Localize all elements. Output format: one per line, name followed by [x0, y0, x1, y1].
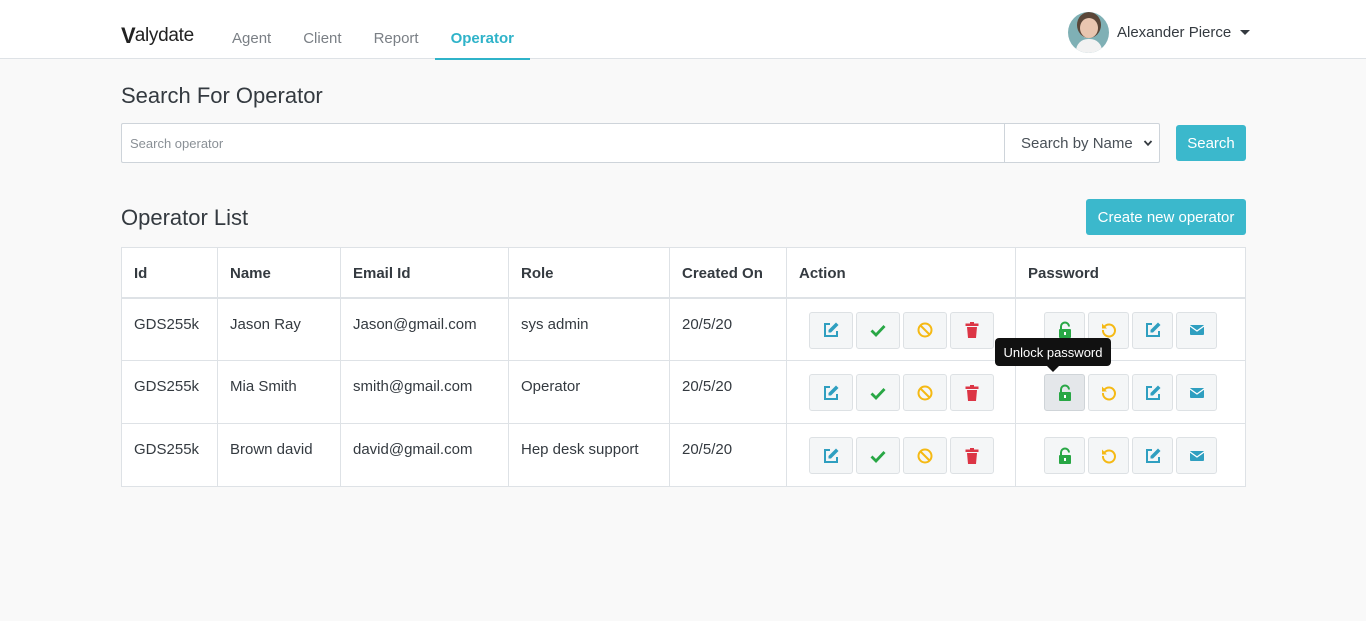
nav-item-operator[interactable]: Operator [434, 0, 531, 60]
main-nav: Agent Client Report Operator [216, 0, 531, 60]
cell-actions [786, 423, 1016, 487]
cell-created: 20/5/20 [669, 360, 787, 424]
col-header-role: Role [508, 247, 670, 299]
table-row: GDS255k Brown david david@gmail.com Hep … [121, 423, 1246, 487]
search-by-select[interactable]: Search by Name [1004, 123, 1160, 163]
block-operator-button[interactable] [902, 437, 947, 474]
trash-icon [965, 322, 978, 338]
operator-table: Id Name Email Id Role Created On Action … [121, 247, 1246, 487]
col-header-id: Id [121, 247, 218, 299]
user-name: Alexander Pierce [1117, 23, 1232, 41]
edit-password-button[interactable] [1132, 311, 1173, 349]
col-header-password: Password [1015, 247, 1246, 299]
user-menu[interactable]: Alexander Pierce [1068, 11, 1251, 53]
cell-email: Jason@gmail.com [340, 297, 509, 361]
delete-operator-button[interactable] [949, 437, 994, 474]
block-operator-button[interactable] [902, 311, 947, 349]
reset-password-button[interactable] [1088, 374, 1129, 411]
unlock-password-button[interactable] [1044, 437, 1085, 474]
cell-id: GDS255k [121, 423, 218, 487]
cell-name: Jason Ray [217, 297, 341, 361]
ban-icon [917, 385, 932, 400]
approve-operator-button[interactable] [855, 311, 900, 349]
block-operator-button[interactable] [902, 374, 947, 411]
unlock-password-button[interactable] [1044, 374, 1085, 411]
edit-password-button[interactable] [1132, 437, 1173, 474]
cell-name: Mia Smith [217, 360, 341, 424]
reset-password-button[interactable] [1088, 437, 1129, 474]
cell-email: smith@gmail.com [340, 360, 509, 424]
create-operator-button[interactable]: Create new operator [1086, 199, 1246, 235]
col-header-email: Email Id [340, 247, 509, 299]
edit-icon [823, 322, 838, 337]
edit-operator-button[interactable] [808, 374, 853, 411]
brand-logo[interactable]: Valydate [121, 24, 194, 48]
email-password-button[interactable] [1176, 437, 1217, 474]
cell-email: david@gmail.com [340, 423, 509, 487]
approve-operator-button[interactable] [855, 374, 900, 411]
edit-icon [823, 385, 838, 400]
undo-icon [1101, 323, 1116, 338]
edit-icon [1145, 385, 1160, 400]
edit-operator-button[interactable] [808, 437, 853, 474]
nav-item-agent[interactable]: Agent [216, 0, 287, 59]
cell-actions [786, 360, 1016, 424]
cell-created: 20/5/20 [669, 423, 787, 487]
check-icon [870, 325, 886, 338]
cell-created: 20/5/20 [669, 297, 787, 361]
cell-id: GDS255k [121, 297, 218, 361]
check-icon [870, 387, 886, 400]
brand-logo-v: V [121, 23, 136, 48]
col-header-created: Created On [669, 247, 787, 299]
nav-item-client[interactable]: Client [287, 0, 357, 59]
search-button[interactable]: Search [1176, 125, 1246, 161]
brand-logo-text: alydate [134, 25, 194, 46]
cell-role: Operator [508, 360, 670, 424]
cell-password-actions [1015, 423, 1246, 487]
cell-id: GDS255k [121, 360, 218, 424]
chevron-down-icon [1143, 140, 1153, 147]
ban-icon [917, 448, 932, 463]
check-icon [870, 450, 886, 463]
search-title: Search For Operator [121, 83, 323, 108]
undo-icon [1101, 386, 1116, 400]
col-header-name: Name [217, 247, 341, 299]
cell-role: Hep desk support [508, 423, 670, 487]
email-password-button[interactable] [1176, 374, 1217, 411]
cell-actions [786, 297, 1016, 361]
avatar [1068, 11, 1109, 53]
edit-icon [1145, 322, 1160, 337]
delete-operator-button[interactable] [949, 311, 994, 349]
envelope-icon [1189, 325, 1204, 335]
cell-role: sys admin [508, 297, 670, 361]
edit-icon [823, 448, 838, 463]
undo-icon [1101, 449, 1116, 463]
unlock-icon [1058, 447, 1071, 464]
table-row: GDS255k Mia Smith smith@gmail.com Operat… [121, 360, 1246, 424]
unlock-password-tooltip: Unlock password [995, 338, 1111, 372]
table-header-row: Id Name Email Id Role Created On Action … [121, 247, 1246, 299]
top-navbar: Valydate Agent Client Report Operator Al… [0, 0, 1366, 60]
operator-list-title: Operator List [121, 205, 249, 230]
delete-operator-button[interactable] [949, 374, 994, 411]
edit-password-button[interactable] [1132, 374, 1173, 411]
approve-operator-button[interactable] [855, 437, 900, 474]
trash-icon [965, 447, 978, 464]
edit-operator-button[interactable] [808, 311, 853, 349]
caret-down-icon [1240, 29, 1251, 35]
edit-icon [1145, 448, 1160, 463]
trash-icon [965, 384, 978, 401]
unlock-icon [1058, 321, 1071, 338]
envelope-icon [1189, 450, 1204, 461]
search-by-select-value: Search by Name [1021, 134, 1133, 152]
envelope-icon [1189, 387, 1204, 398]
col-header-action: Action [786, 247, 1016, 299]
email-password-button[interactable] [1176, 311, 1217, 349]
ban-icon [917, 322, 932, 338]
search-input[interactable] [121, 123, 1005, 163]
nav-item-report[interactable]: Report [358, 0, 435, 59]
unlock-icon [1058, 384, 1071, 401]
cell-name: Brown david [217, 423, 341, 487]
